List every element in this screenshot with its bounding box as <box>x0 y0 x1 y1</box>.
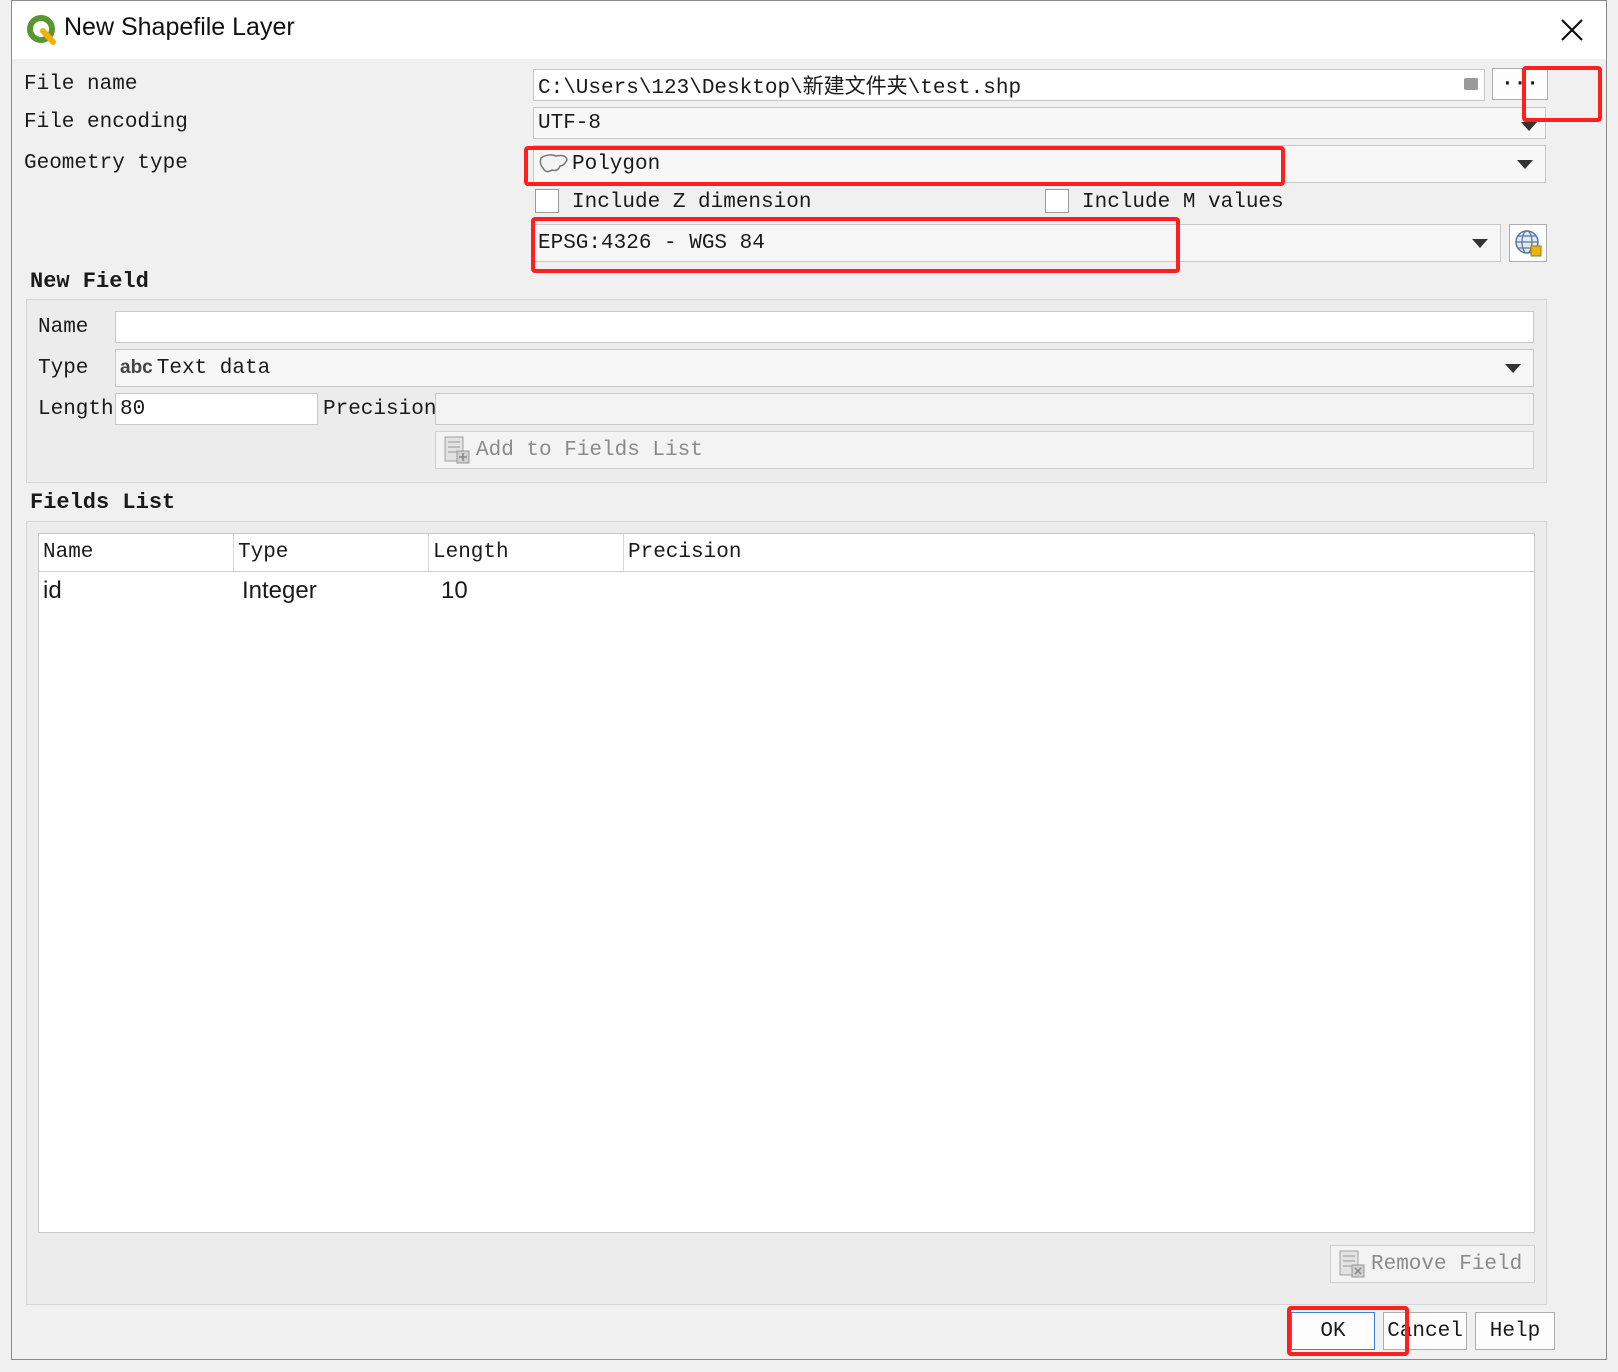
geometry-type-value: Polygon <box>572 152 661 176</box>
field-length-value: 80 <box>120 397 146 421</box>
file-name-input[interactable]: C:\Users\123\Desktop\新建文件夹\test.shp <box>533 69 1485 101</box>
column-header-type[interactable]: Type <box>234 534 429 571</box>
clear-icon[interactable] <box>1464 78 1478 90</box>
include-m-checkbox[interactable] <box>1045 189 1069 213</box>
crs-select[interactable]: EPSG:4326 - WGS 84 <box>533 224 1501 262</box>
geometry-type-select[interactable]: Polygon <box>533 145 1546 183</box>
field-length-label: Length <box>38 398 114 421</box>
field-precision-input[interactable] <box>435 393 1534 425</box>
text-type-icon: abc <box>120 357 153 378</box>
cancel-button[interactable]: Cancel <box>1383 1312 1467 1350</box>
remove-field-label: Remove Field <box>1371 1252 1523 1276</box>
cell-length: 10 <box>441 577 468 604</box>
file-encoding-label: File encoding <box>24 111 188 134</box>
browse-button[interactable]: ··· <box>1492 68 1548 100</box>
new-field-title: New Field <box>30 269 149 294</box>
cell-type: Integer <box>242 577 317 604</box>
field-precision-label: Precision <box>323 398 437 421</box>
geometry-type-label: Geometry type <box>24 152 188 175</box>
table-row[interactable]: id Integer 10 <box>39 574 1534 608</box>
title-bar: New Shapefile Layer <box>12 1 1606 59</box>
chevron-down-icon <box>1472 239 1488 248</box>
include-z-label: Include Z dimension <box>572 191 812 214</box>
fields-table[interactable]: Name Type Length Precision id Integer 10 <box>38 533 1535 1233</box>
crs-selector-button[interactable] <box>1509 224 1547 262</box>
add-to-fields-list-button[interactable]: Add to Fields List <box>435 431 1534 469</box>
remove-field-icon <box>1339 1250 1365 1278</box>
add-to-fields-list-label: Add to Fields List <box>476 438 703 462</box>
include-m-label: Include M values <box>1082 191 1284 214</box>
include-z-checkbox[interactable] <box>535 189 559 213</box>
new-field-group: Name Type abc Text data Length 80 Precis… <box>26 299 1547 483</box>
add-field-icon <box>444 436 470 464</box>
remove-field-button[interactable]: Remove Field <box>1330 1245 1535 1283</box>
field-name-label: Name <box>38 316 89 339</box>
help-button[interactable]: Help <box>1475 1312 1555 1350</box>
polygon-icon <box>539 154 568 173</box>
field-type-label: Type <box>38 357 89 380</box>
file-name-label: File name <box>24 73 138 96</box>
file-encoding-select[interactable]: UTF-8 <box>533 107 1546 139</box>
new-shapefile-dialog: New Shapefile Layer File name C:\Users\1… <box>11 0 1607 1360</box>
qgis-logo-icon <box>26 14 58 46</box>
window-title: New Shapefile Layer <box>64 13 295 41</box>
field-type-value: Text data <box>156 356 271 380</box>
column-header-length[interactable]: Length <box>429 534 624 571</box>
field-type-select[interactable]: abc Text data <box>115 349 1534 387</box>
file-encoding-value: UTF-8 <box>538 111 602 135</box>
globe-icon <box>1515 230 1542 257</box>
fields-list-group: Name Type Length Precision id Integer 10… <box>26 521 1547 1305</box>
file-name-value: C:\Users\123\Desktop\新建文件夹\test.shp <box>538 77 1022 100</box>
field-name-input[interactable] <box>115 311 1534 343</box>
crs-value: EPSG:4326 - WGS 84 <box>538 231 765 255</box>
ok-button[interactable]: OK <box>1291 1312 1375 1350</box>
chevron-down-icon <box>1521 122 1537 131</box>
field-length-input[interactable]: 80 <box>115 393 318 425</box>
column-header-name[interactable]: Name <box>39 534 234 571</box>
close-button[interactable] <box>1552 11 1592 49</box>
fields-list-title: Fields List <box>30 490 176 515</box>
chevron-down-icon <box>1505 364 1521 373</box>
close-icon <box>1561 19 1583 41</box>
column-header-precision[interactable]: Precision <box>624 534 741 571</box>
table-header: Name Type Length Precision <box>39 534 1534 572</box>
cell-name: id <box>43 577 62 604</box>
chevron-down-icon <box>1517 160 1533 169</box>
